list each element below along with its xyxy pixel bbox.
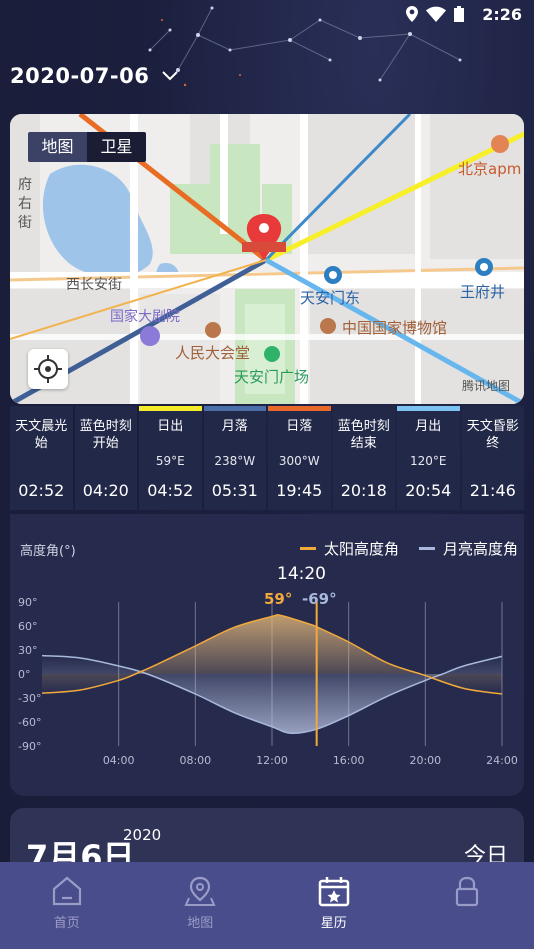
subway-icon — [475, 258, 493, 276]
x-tick-label: 08:00 — [179, 754, 211, 767]
event-time: 20:54 — [405, 481, 452, 500]
event-azimuth: 300°W — [278, 454, 320, 468]
event-label: 蓝色时刻结束 — [337, 419, 390, 451]
bottom-tab-bar: 首页 地图 星历 — [0, 862, 534, 949]
event-azimuth: 120°E — [410, 454, 447, 468]
event-time: 21:46 — [469, 481, 516, 500]
tab-map-pin[interactable]: 地图 — [134, 862, 268, 949]
y-tick-label: -90° — [18, 740, 41, 753]
x-tick-label: 12:00 — [256, 754, 288, 767]
event-time-cell: 蓝色时刻开始 04:20 — [74, 406, 137, 510]
x-tick-label: 16:00 — [333, 754, 365, 767]
event-time: 05:31 — [211, 481, 258, 500]
wifi-icon — [426, 6, 446, 22]
event-time-cell: 日出 59°E 04:52 — [139, 406, 202, 510]
map-label: 北京apm — [458, 160, 522, 178]
map-attribution: 腾讯地图 — [462, 379, 511, 393]
event-color-bar — [397, 406, 460, 411]
event-time-cell: 月出 120°E 20:54 — [397, 406, 460, 510]
tab-calendar-star[interactable]: 星历 — [267, 862, 401, 949]
y-tick-label: 30° — [18, 644, 38, 657]
calendar-year: 2020 — [123, 826, 162, 844]
map-mode-toggle: 地图 卫星 — [28, 132, 146, 162]
locate-button[interactable] — [28, 349, 68, 389]
event-time: 19:45 — [276, 481, 323, 500]
event-time: 02:52 — [18, 481, 65, 500]
map-pin-icon — [183, 874, 217, 908]
battery-icon — [454, 6, 464, 22]
event-label: 天文晨光始 — [15, 419, 68, 451]
calendar-star-icon — [317, 874, 351, 908]
y-tick-label: 0° — [18, 668, 31, 681]
calendar-card[interactable]: 7月6日 2020 今日 — [10, 808, 524, 868]
map-label: 西长安街 — [66, 277, 122, 293]
event-time-cell: 天文昏影终 21:46 — [461, 406, 524, 510]
map-mode-satellite-button[interactable]: 卫星 — [87, 132, 146, 162]
event-time: 20:18 — [340, 481, 387, 500]
y-tick-label: 90° — [18, 596, 38, 609]
y-tick-label: -30° — [18, 692, 41, 705]
tab-label: 首页 — [53, 916, 80, 931]
map-label: 国家大剧院 — [110, 309, 180, 325]
map-view[interactable]: 北京apm 府右街 西长安街 天安门东 王府井 国家大剧院 中国国家博物馆 人民… — [10, 114, 524, 404]
event-color-bar — [268, 406, 331, 411]
event-time: 04:20 — [82, 481, 129, 500]
event-color-bar — [203, 406, 266, 411]
poi-icon — [491, 135, 509, 153]
event-azimuth: 59°E — [155, 454, 185, 468]
event-label: 日落 — [286, 419, 313, 434]
status-time: 2:26 — [482, 5, 522, 24]
y-tick-label: 60° — [18, 620, 38, 633]
map-label: 府右街 — [18, 177, 32, 231]
event-color-bar — [139, 406, 202, 411]
landmark-icon — [205, 322, 221, 338]
x-tick-label: 20:00 — [409, 754, 441, 767]
event-time: 04:52 — [147, 481, 194, 500]
theatre-icon — [140, 326, 160, 346]
tab-home[interactable]: 首页 — [0, 862, 134, 949]
altitude-chart-card: 高度角(°) 太阳高度角 月亮高度角 14:20 59° -69° 90° 60°… — [10, 514, 524, 796]
event-label: 月落 — [221, 419, 248, 434]
museum-icon — [320, 318, 336, 334]
date-label: 2020-07-06 — [10, 64, 150, 88]
event-label: 天文昏影终 — [466, 419, 519, 451]
tab-lock[interactable] — [401, 862, 534, 949]
event-label: 月出 — [415, 419, 442, 434]
event-label: 蓝色时刻开始 — [79, 419, 132, 451]
x-tick-label: 04:00 — [103, 754, 135, 767]
event-azimuth: 238°W — [214, 454, 256, 468]
park-icon — [264, 346, 280, 362]
event-times-row: 天文晨光始 02:52 蓝色时刻开始 04:20 日出 59°E 04:52 月落 238°W 0… — [10, 406, 524, 510]
lock-icon — [450, 874, 484, 908]
status-bar: 2:26 — [0, 0, 534, 30]
home-icon — [50, 874, 84, 908]
map-label: 王府井 — [460, 283, 506, 301]
event-label: 日出 — [157, 419, 184, 434]
date-selector[interactable]: 2020-07-06 — [10, 64, 179, 88]
altitude-chart[interactable]: 90° 60° 30° 0° -30° -60° -90° 04:00 08:00 12:00 16… — [10, 514, 524, 796]
tab-label: 地图 — [187, 916, 214, 931]
location-icon — [406, 6, 418, 22]
x-tick-label: 24:00 — [486, 754, 518, 767]
map-label: 人民大会堂 — [175, 344, 251, 362]
event-time-cell: 蓝色时刻结束 20:18 — [332, 406, 395, 510]
map-mode-map-button[interactable]: 地图 — [28, 132, 87, 162]
map-label: 中国国家博物馆 — [342, 319, 448, 337]
y-tick-label: -60° — [18, 716, 41, 729]
crosshair-icon — [34, 355, 62, 383]
map-label: 天安门广场 — [234, 368, 310, 386]
event-time-cell: 日落 300°W 19:45 — [268, 406, 331, 510]
chevron-down-icon — [162, 71, 179, 81]
event-time-cell: 月落 238°W 05:31 — [203, 406, 266, 510]
subway-icon — [324, 266, 342, 284]
event-time-cell: 天文晨光始 02:52 — [10, 406, 73, 510]
map-label: 天安门东 — [300, 289, 361, 307]
tab-label: 星历 — [320, 916, 347, 931]
